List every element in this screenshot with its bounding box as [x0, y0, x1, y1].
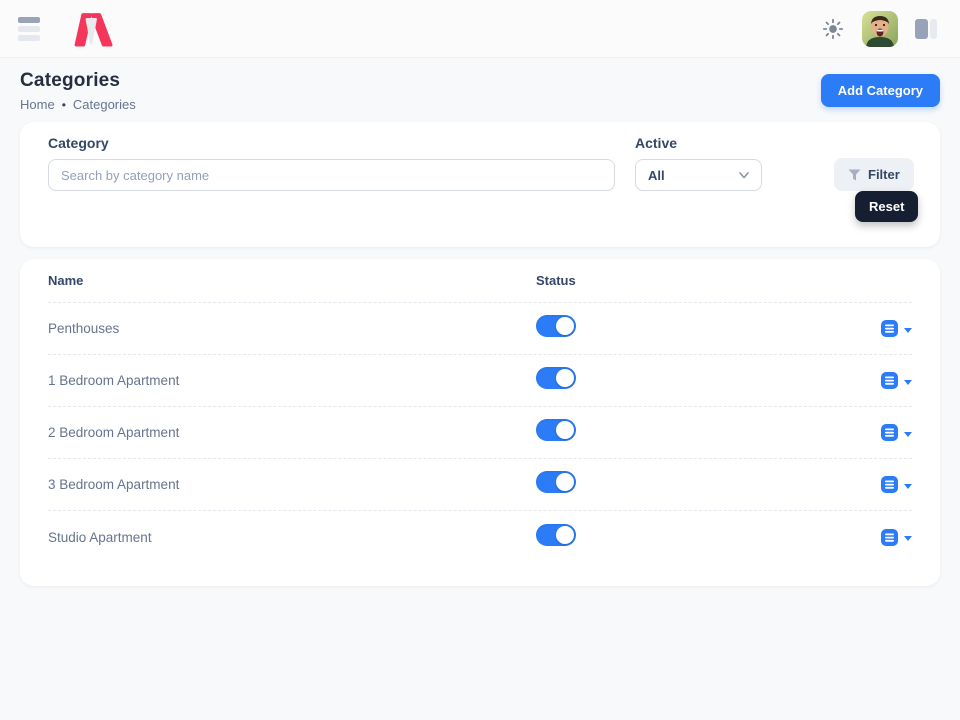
category-name: 1 Bedroom Apartment [48, 373, 536, 388]
toggle-knob [556, 526, 574, 544]
chevron-down-icon [904, 432, 912, 437]
category-filter-label: Category [48, 135, 615, 151]
categories-table: Name Status Penthouses 1 Bedroom Apartme… [20, 259, 940, 586]
sun-icon [822, 18, 844, 40]
toggle-knob [556, 317, 574, 335]
breadcrumb-home-link[interactable]: Home [20, 97, 55, 112]
status-toggle[interactable] [536, 524, 576, 546]
list-menu-icon [881, 320, 898, 337]
row-actions-dropdown[interactable] [881, 424, 912, 441]
category-name: Studio Apartment [48, 530, 536, 545]
breadcrumb-current: Categories [73, 97, 136, 112]
chevron-down-icon [904, 380, 912, 385]
filter-panel: Category Active All Filter Reset [20, 122, 940, 247]
table-row: 1 Bedroom Apartment [48, 355, 912, 407]
row-actions-dropdown[interactable] [881, 476, 912, 493]
breadcrumb: Home • Categories [20, 97, 136, 112]
active-select[interactable]: All [635, 159, 762, 191]
top-navbar [0, 0, 960, 58]
sidebar-layout-icon [914, 18, 938, 40]
list-menu-icon [881, 424, 898, 441]
active-filter-label: Active [635, 135, 762, 151]
toggle-knob [556, 421, 574, 439]
table-row: Studio Apartment [48, 511, 912, 563]
chevron-down-icon [904, 484, 912, 489]
page-title: Categories [20, 70, 136, 92]
theme-toggle-button[interactable] [818, 14, 848, 44]
category-name: 2 Bedroom Apartment [48, 425, 536, 440]
table-row: Penthouses [48, 303, 912, 355]
brand-logo-monogram [70, 8, 114, 50]
status-toggle[interactable] [536, 471, 576, 493]
sidebar-layout-toggle[interactable] [910, 14, 942, 44]
chevron-down-icon [904, 536, 912, 541]
table-header-row: Name Status [48, 259, 912, 303]
status-toggle[interactable] [536, 419, 576, 441]
toggle-knob [556, 473, 574, 491]
filter-button[interactable]: Filter [834, 158, 914, 191]
toggle-knob [556, 369, 574, 387]
funnel-icon [848, 169, 861, 181]
chevron-down-icon [904, 328, 912, 333]
brand-logo[interactable] [70, 8, 114, 50]
filter-button-label: Filter [868, 167, 900, 182]
menu-icon[interactable] [18, 17, 42, 41]
column-header-status: Status [536, 273, 912, 288]
category-name: 3 Bedroom Apartment [48, 477, 536, 492]
page-header: Categories Home • Categories Add Categor… [0, 58, 960, 122]
active-select-value: All [648, 168, 665, 183]
table-row: 3 Bedroom Apartment [48, 459, 912, 511]
row-actions-dropdown[interactable] [881, 529, 912, 546]
category-search-input[interactable] [48, 159, 615, 191]
add-category-button[interactable]: Add Category [821, 74, 940, 107]
table-row: 2 Bedroom Apartment [48, 407, 912, 459]
list-menu-icon [881, 529, 898, 546]
list-menu-icon [881, 372, 898, 389]
user-avatar[interactable] [862, 11, 898, 47]
user-avatar-photo [862, 11, 898, 47]
reset-button[interactable]: Reset [855, 191, 918, 222]
row-actions-dropdown[interactable] [881, 320, 912, 337]
row-actions-dropdown[interactable] [881, 372, 912, 389]
category-name: Penthouses [48, 321, 536, 336]
breadcrumb-separator: • [62, 98, 66, 112]
column-header-name: Name [48, 273, 536, 288]
list-menu-icon [881, 476, 898, 493]
status-toggle[interactable] [536, 315, 576, 337]
status-toggle[interactable] [536, 367, 576, 389]
chevron-down-icon [737, 168, 751, 182]
